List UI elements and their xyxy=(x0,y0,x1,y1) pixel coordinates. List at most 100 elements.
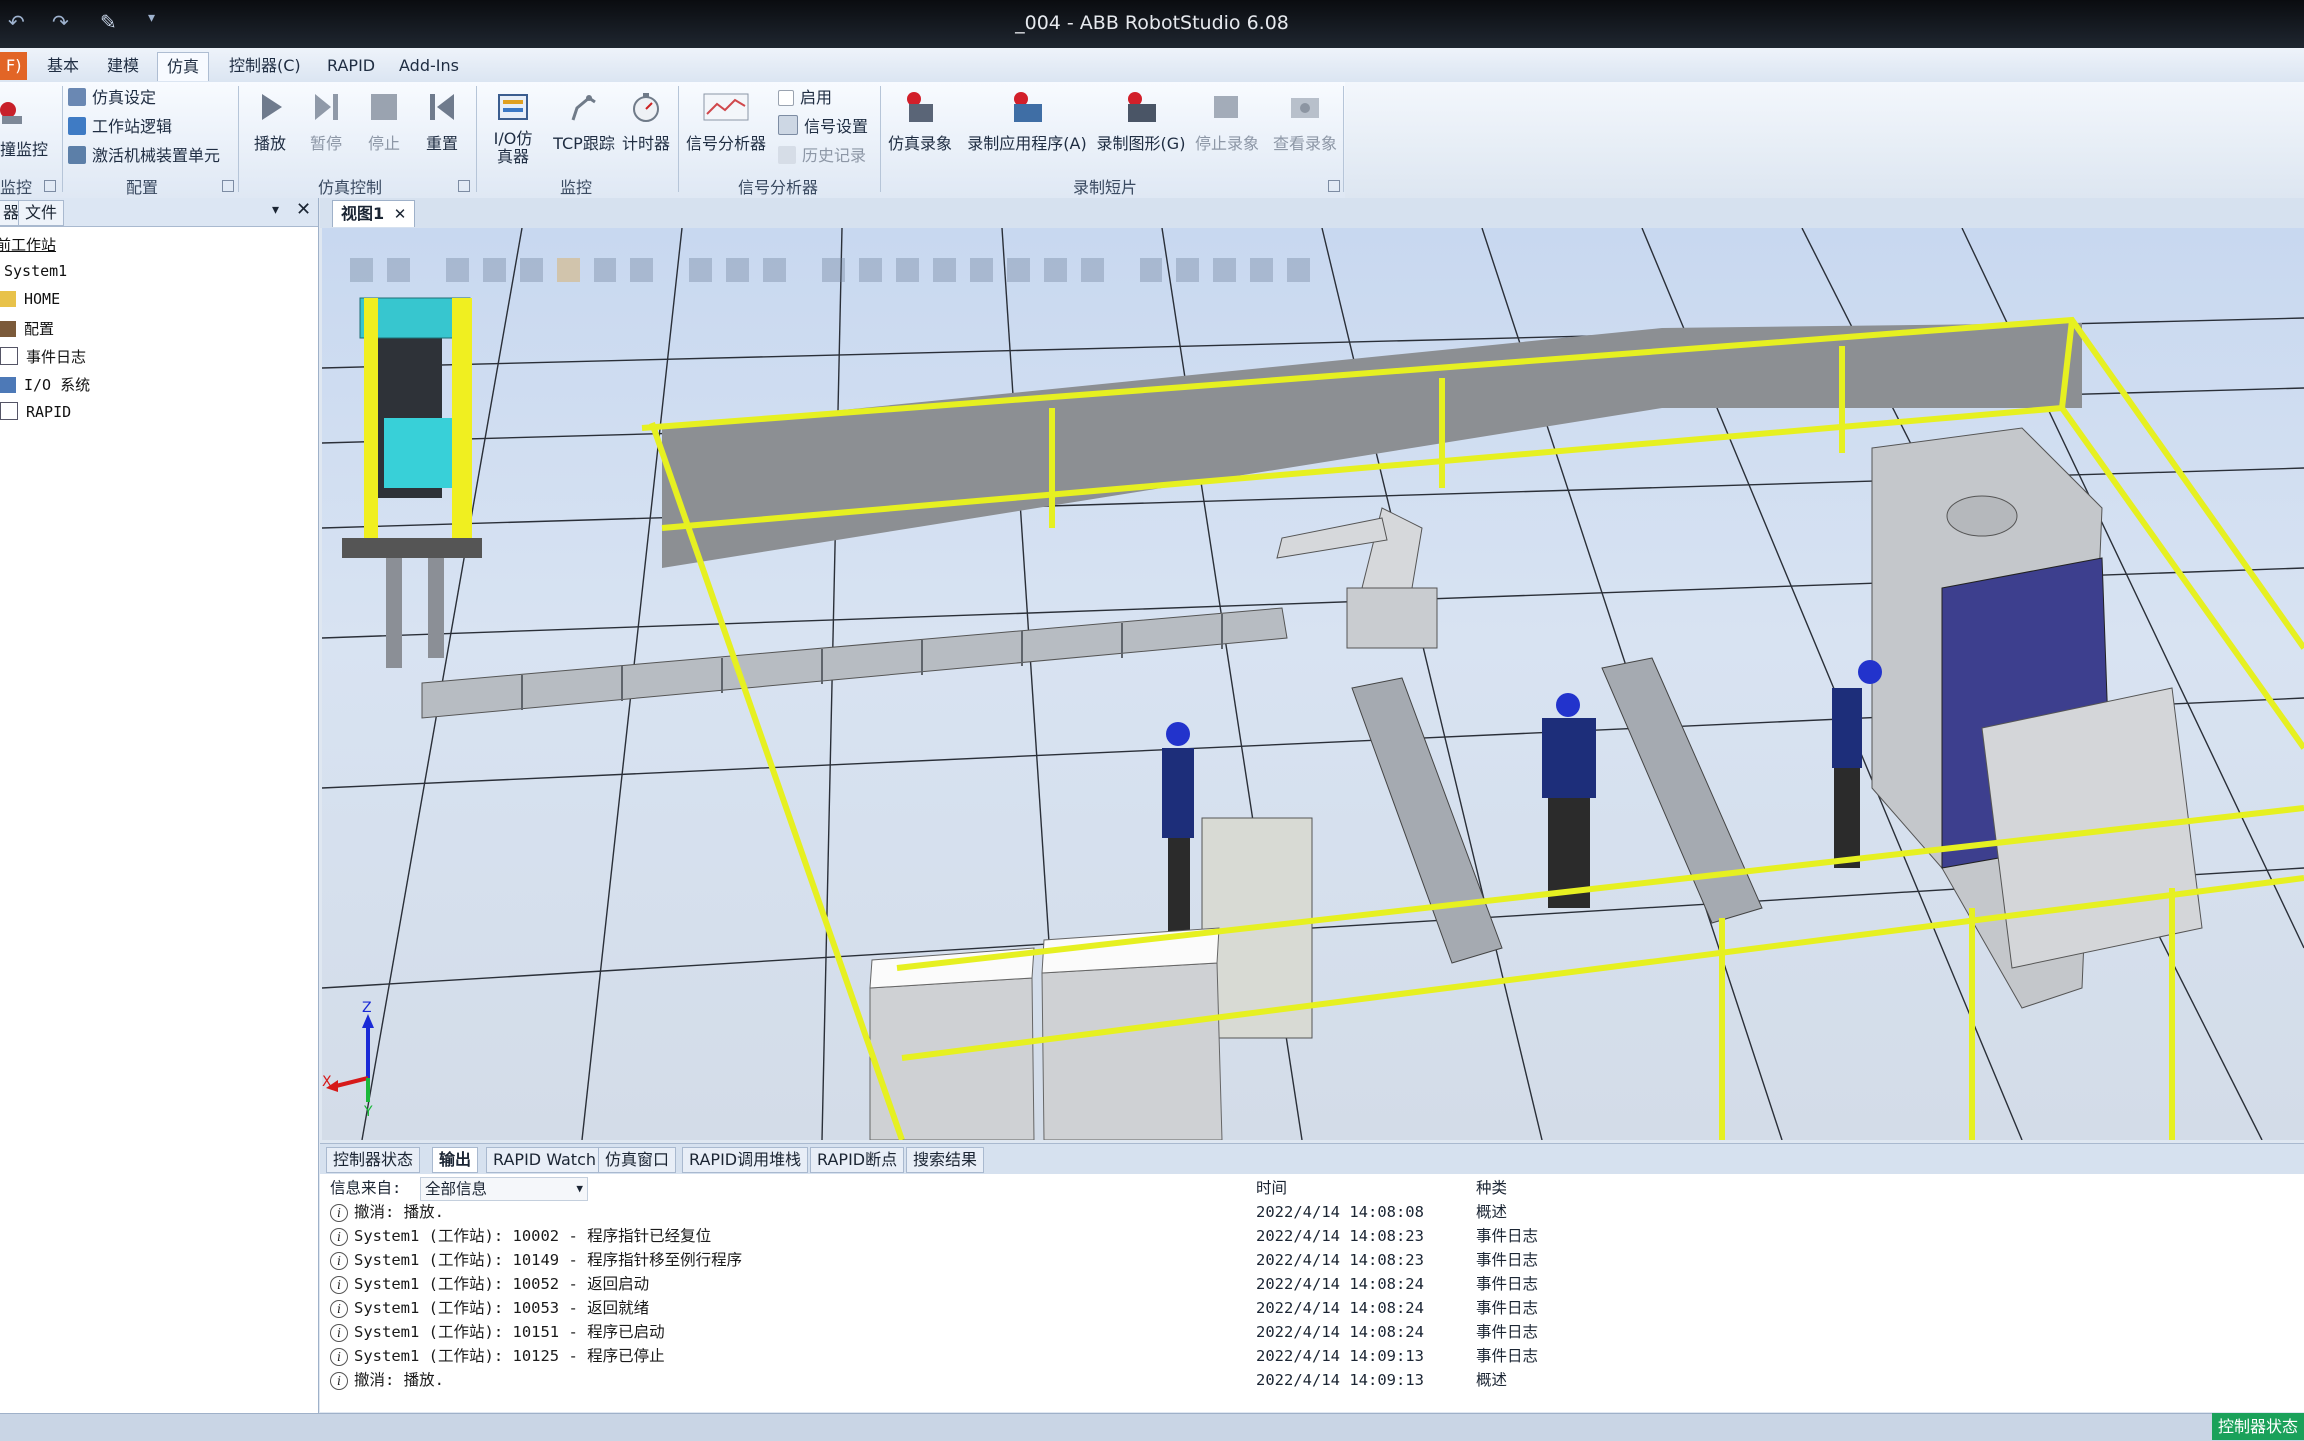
stop-record-button[interactable]: 停止录象 xyxy=(1190,90,1264,154)
row-time: 2022/4/14 14:08:24 xyxy=(1256,1323,1424,1341)
tree-item-io[interactable]: I/O 系统 xyxy=(0,374,90,395)
tab-controller[interactable]: 控制器(C) xyxy=(220,52,310,80)
tab-addins[interactable]: Add-Ins xyxy=(390,52,468,80)
collision-icon xyxy=(0,102,22,124)
record-icon xyxy=(907,92,933,122)
close-icon[interactable]: ✕ xyxy=(394,205,407,223)
tree-item-config[interactable]: 配置 xyxy=(0,318,54,339)
view-tool-icon[interactable] xyxy=(1080,258,1104,282)
column-time[interactable]: 时间 xyxy=(1256,1176,1287,1200)
filter-select[interactable]: 全部信息 ▼ xyxy=(420,1177,588,1201)
tab-rapid-breakpoints[interactable]: RAPID断点 xyxy=(810,1147,905,1173)
view-tool-icon[interactable] xyxy=(822,258,846,282)
output-row[interactable]: i 撤消: 播放. xyxy=(330,1200,444,1224)
view-tool-icon[interactable] xyxy=(763,258,787,282)
column-category[interactable]: 种类 xyxy=(1476,1176,1507,1200)
output-row[interactable]: i System1 (工作站): 10002 - 程序指针已经复位 xyxy=(330,1224,711,1248)
view-tool-icon[interactable] xyxy=(1250,258,1274,282)
tab-rapid[interactable]: RAPID xyxy=(318,52,384,80)
group-launcher-icon[interactable] xyxy=(458,180,470,192)
view-tool-icon[interactable] xyxy=(519,258,543,282)
tab-search-results[interactable]: 搜索结果 xyxy=(906,1147,985,1173)
3d-viewport[interactable]: Z X Y xyxy=(322,228,2304,1140)
group-launcher-icon[interactable] xyxy=(222,180,234,192)
row-time: 2022/4/14 14:09:13 xyxy=(1256,1347,1424,1365)
view-tool-icon[interactable] xyxy=(386,258,410,282)
ribbon-empty-area xyxy=(1345,82,2304,198)
view-tool-icon[interactable] xyxy=(350,258,373,282)
tab-view1[interactable]: 视图1 ✕ xyxy=(332,200,416,227)
view-tool-icon[interactable] xyxy=(1176,258,1200,282)
view-tool-icon[interactable] xyxy=(726,258,750,282)
view-tool-icon[interactable] xyxy=(482,258,506,282)
activate-mechanism-button[interactable]: 激活机械装置单元 xyxy=(68,144,220,168)
config-icon xyxy=(0,321,16,337)
panel-menu-icon[interactable]: ▾ xyxy=(272,202,279,218)
view-tool-icon[interactable] xyxy=(556,258,580,282)
tab-modeling[interactable]: 建模 xyxy=(98,52,148,80)
sim-setup-button[interactable]: 仿真设定 xyxy=(68,86,156,110)
collision-monitor-button[interactable]: 撞监控 xyxy=(0,96,56,159)
tab-controller-status[interactable]: 控制器状态 xyxy=(326,1147,421,1173)
tree-item-rapid[interactable]: RAPID xyxy=(0,402,71,421)
view-record-button[interactable]: 查看录象 xyxy=(1268,90,1342,154)
output-row[interactable]: i System1 (工作站): 10052 - 返回启动 xyxy=(330,1272,649,1296)
controller-status-badge[interactable]: 控制器状态 xyxy=(2211,1413,2304,1440)
view-tool-icon[interactable] xyxy=(969,258,993,282)
tab-rapid-watch[interactable]: RAPID Watch xyxy=(486,1147,603,1173)
group-launcher-icon[interactable] xyxy=(1328,180,1340,192)
tab-home[interactable]: 基本 xyxy=(38,52,88,80)
view-tool-icon[interactable] xyxy=(1006,258,1030,282)
view-tool-icon[interactable] xyxy=(1043,258,1067,282)
info-icon: i xyxy=(330,1228,348,1246)
record-graphics-button[interactable]: 录制图形(G) xyxy=(1094,90,1188,154)
output-row[interactable]: i System1 (工作站): 10053 - 返回就绪 xyxy=(330,1296,649,1320)
tcp-trace-button[interactable]: TCP跟踪 xyxy=(552,90,616,154)
group-label-recording: 录制短片 xyxy=(1072,178,1137,197)
output-row[interactable]: i System1 (工作站): 10125 - 程序已停止 xyxy=(330,1344,665,1368)
signal-enable-checkbox[interactable]: 启用 xyxy=(778,86,832,110)
view-tool-icon[interactable] xyxy=(689,258,713,282)
view-tool-icon[interactable] xyxy=(859,258,882,282)
play-icon xyxy=(262,94,282,120)
tree-item-home[interactable]: HOME xyxy=(0,290,60,308)
view-tool-icon[interactable] xyxy=(1213,258,1237,282)
output-row[interactable]: i System1 (工作站): 10149 - 程序指针移至例行程序 xyxy=(330,1248,742,1272)
reset-button[interactable]: 重置 xyxy=(418,90,466,154)
group-divider xyxy=(880,86,881,192)
view-tool-icon[interactable] xyxy=(932,258,956,282)
output-row[interactable]: i 撤消: 播放. xyxy=(330,1368,444,1392)
signal-settings-button[interactable]: 信号设置 xyxy=(778,115,868,139)
timer-button[interactable]: 计时器 xyxy=(618,90,674,154)
play-button[interactable]: 播放 xyxy=(246,90,294,154)
stop-button[interactable]: 停止 xyxy=(360,90,408,154)
sim-record-button[interactable]: 仿真录象 xyxy=(882,90,958,154)
tree-system[interactable]: System1 xyxy=(4,262,67,280)
group-launcher-icon[interactable] xyxy=(44,180,56,192)
tree-station[interactable]: 前工作站 xyxy=(0,234,56,255)
record-application-button[interactable]: 录制应用程序(A) xyxy=(962,90,1092,154)
tab-file[interactable]: F) xyxy=(0,52,28,80)
filter-label: 信息来自: xyxy=(330,1179,402,1197)
tab-simulation[interactable]: 仿真 xyxy=(157,52,210,81)
view-tool-icon[interactable] xyxy=(895,258,919,282)
io-simulator-button[interactable]: I/O仿真器 xyxy=(478,90,548,166)
view-tool-icon[interactable] xyxy=(630,258,654,282)
io-icon xyxy=(0,377,16,393)
tab-rapid-call-stack[interactable]: RAPID调用堆栈 xyxy=(682,1147,809,1173)
tree-item-event-log[interactable]: 事件日志 xyxy=(0,346,86,367)
output-row[interactable]: i System1 (工作站): 10151 - 程序已启动 xyxy=(330,1320,665,1344)
view-tool-icon[interactable] xyxy=(593,258,617,282)
view-tool-icon[interactable] xyxy=(1139,258,1163,282)
group-divider xyxy=(678,86,679,192)
station-logic-button[interactable]: 工作站逻辑 xyxy=(68,115,172,139)
tab-files[interactable]: 文件 xyxy=(18,200,65,226)
view-tool-icon[interactable] xyxy=(445,258,469,282)
tab-sim-window[interactable]: 仿真窗口 xyxy=(598,1147,677,1173)
tab-output[interactable]: 输出 xyxy=(432,1147,479,1173)
close-icon[interactable]: ✕ xyxy=(296,199,311,220)
view-tool-icon[interactable] xyxy=(1287,258,1311,282)
history-button[interactable]: 历史记录 xyxy=(778,144,866,168)
pause-button[interactable]: 暂停 xyxy=(302,90,350,154)
signal-analyzer-button[interactable]: 信号分析器 xyxy=(680,90,772,154)
